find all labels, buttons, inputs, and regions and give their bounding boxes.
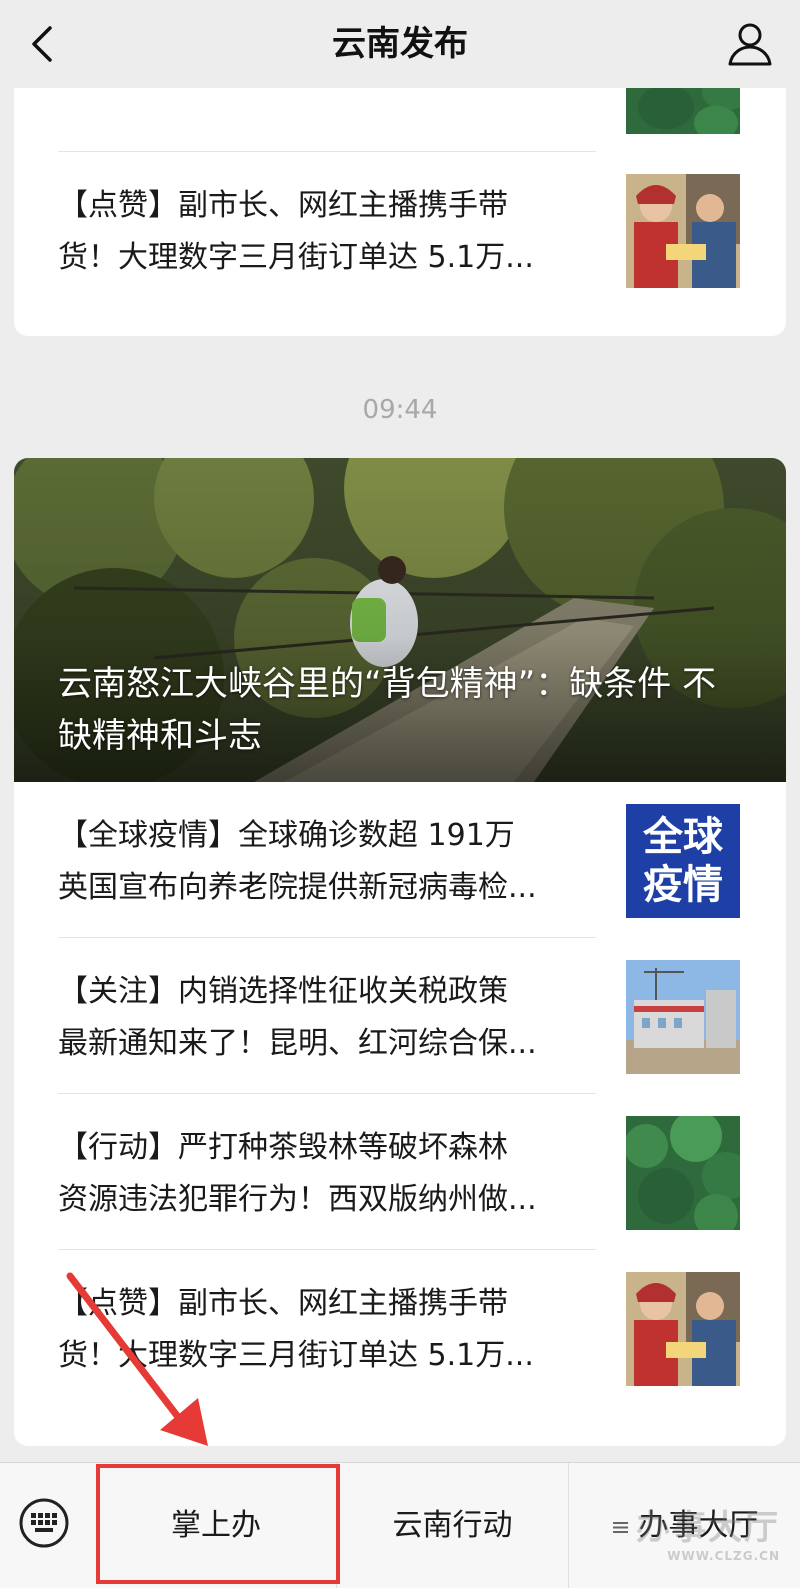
building-thumbnail (626, 960, 740, 1074)
livestream-thumbnail (626, 1272, 740, 1386)
article-title-line: 货！大理数字三月街订单达 5.1万... (58, 1338, 534, 1373)
article-title: 【点赞】副市长、网红主播携手带 货！大理数字三月街订单达 5.1万... (58, 1278, 598, 1382)
watermark-site: WWW.CLZG.CN (667, 1549, 780, 1563)
livestream-thumbnail (626, 174, 740, 288)
watermark: 办事大厅 WWW.CLZG.CN (636, 1500, 780, 1563)
article-title-line: 英国宣布向养老院提供新冠病毒检... (58, 870, 537, 905)
article-item[interactable]: 【关注】内销选择性征收关税政策 最新通知来了！昆明、红河综合保... (14, 938, 786, 1094)
article-title-line: 【关注】内销选择性征收关税政策 (58, 974, 508, 1009)
article-title-line: 【全球疫情】全球确诊数超 191万 (58, 818, 515, 853)
article-title-line: 资源违法犯罪行为！西双版纳州做... (58, 1182, 537, 1217)
article-title: 【全球疫情】全球确诊数超 191万 英国宣布向养老院提供新冠病毒检... (58, 810, 598, 914)
article-title-line: 【行动】严打种茶毁林等破坏森林 (58, 1130, 508, 1165)
article-item[interactable]: 【全球疫情】全球确诊数超 191万 英国宣布向养老院提供新冠病毒检... 全球 … (14, 782, 786, 938)
menu-item-palm-service[interactable]: 掌上办 (96, 1463, 336, 1588)
article-item[interactable]: 【点赞】副市长、网红主播携手带 货！大理数字三月街订单达 5.1万... (14, 1250, 786, 1406)
article-thumbnail (626, 1116, 740, 1230)
article-title: 【关注】内销选择性征收关税政策 最新通知来了！昆明、红河综合保... (58, 966, 598, 1070)
article-title-line: 【点赞】副市长、网红主播携手带 (58, 188, 508, 223)
hero-title: 云南怒江大峡谷里的“背包精神”：缺条件 不缺精神和斗志 (58, 664, 717, 756)
thumbnail-text: 全球 (643, 814, 723, 860)
article-item[interactable]: 【行动】严打种茶毁林等破坏森林 资源违法犯罪行为！西双版纳州做... (14, 1094, 786, 1250)
article-item[interactable]: 【点赞】副市长、网红主播携手带 货！大理数字三月街订单达 5.1万... (14, 152, 786, 308)
watermark-text: 办事大厅 (636, 1508, 780, 1548)
article-thumbnail (626, 174, 740, 288)
hero-article[interactable]: 云南怒江大峡谷里的“背包精神”：缺条件 不缺精神和斗志 (14, 458, 786, 782)
navigation-bar: 云南发布 (0, 0, 800, 88)
article-title-line: 【点赞】副市长、网红主播携手带 (58, 1286, 508, 1321)
keyboard-icon (19, 1498, 69, 1548)
article-thumbnail: 全球 疫情 (626, 804, 740, 918)
person-icon (728, 23, 772, 66)
thumbnail-text: 疫情 (643, 862, 723, 908)
article-title-line: 货！大理数字三月街订单达 5.1万... (58, 240, 534, 275)
menu-list-icon: ≡ (610, 1513, 631, 1541)
article-thumbnail (626, 960, 740, 1074)
profile-button[interactable] (720, 14, 780, 74)
menu-item-yunnan-action[interactable]: 云南行动 (336, 1463, 568, 1588)
back-button[interactable] (14, 14, 74, 74)
page-title: 云南发布 (332, 24, 468, 64)
article-title: 【点赞】副市长、网红主播携手带 货！大理数字三月街订单达 5.1万... (58, 180, 598, 284)
article-thumbnail (626, 1272, 740, 1386)
message-timestamp: 09:44 (362, 395, 438, 425)
article-title: 【行动】严打种茶毁林等破坏森林 资源违法犯罪行为！西双版纳州做... (58, 1122, 598, 1226)
forest-thumbnail (626, 1116, 740, 1230)
keyboard-toggle-button[interactable] (18, 1497, 70, 1549)
chevron-left-icon (32, 26, 52, 62)
article-title-line: 最新通知来了！昆明、红河综合保... (58, 1026, 537, 1061)
article-card: 云南怒江大峡谷里的“背包精神”：缺条件 不缺精神和斗志 【全球疫情】全球确诊数超… (14, 458, 786, 1446)
